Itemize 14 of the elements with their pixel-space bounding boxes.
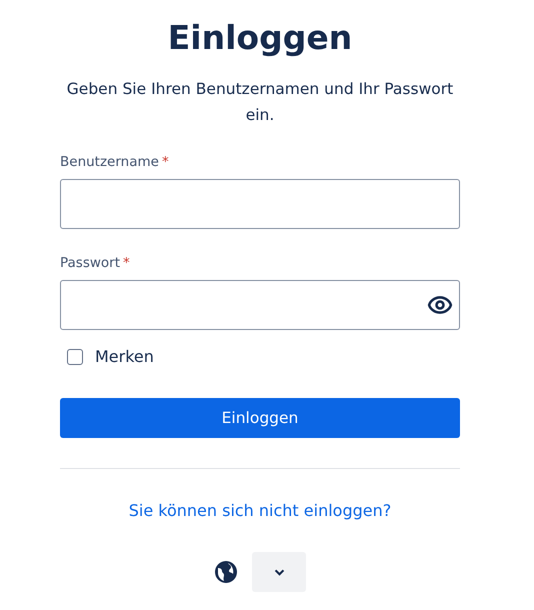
globe-icon [214, 560, 238, 584]
required-mark: * [123, 255, 130, 273]
page-title: Einloggen [168, 17, 352, 59]
instruction-text: Geben Sie Ihren Benutzernamen und Ihr Passwort ein. [66, 79, 454, 126]
required-mark: * [162, 154, 169, 172]
remember-checkbox[interactable] [67, 348, 83, 364]
checkbox-label: Merken [95, 347, 154, 366]
chevron-down-icon [274, 568, 284, 576]
help-link[interactable]: Sie können sich nicht einloggen? [128, 501, 392, 520]
field-label: Passwort [60, 255, 120, 273]
password-field[interactable] [60, 280, 460, 330]
username-field[interactable] [60, 179, 460, 229]
login-button[interactable]: Einloggen [60, 398, 460, 438]
field-label: Benutzername [60, 154, 159, 172]
